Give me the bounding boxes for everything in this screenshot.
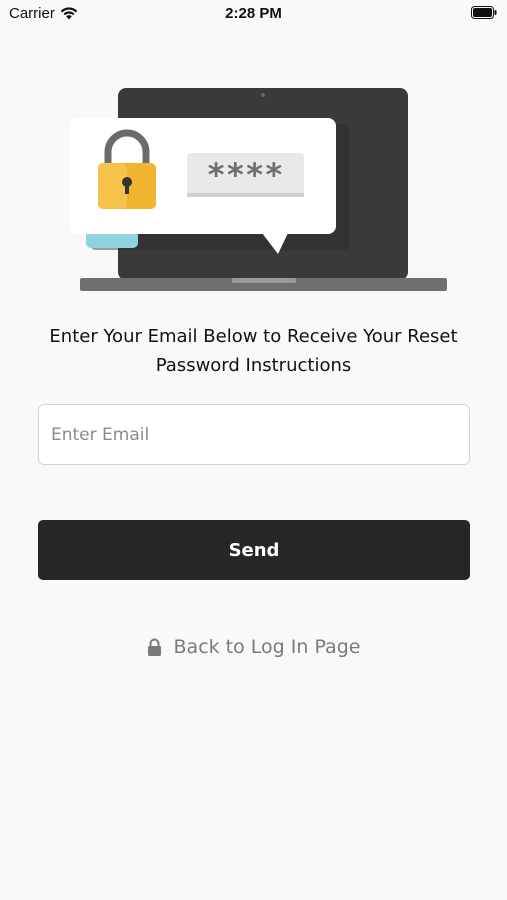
status-bar: Carrier 2:28 PM xyxy=(0,0,507,28)
send-button[interactable]: Send xyxy=(38,520,470,580)
password-mask: **** xyxy=(206,156,283,194)
email-field[interactable] xyxy=(38,404,470,465)
back-to-login-label: Back to Log In Page xyxy=(173,636,361,658)
forgot-password-screen: Carrier 2:28 PM **** Enter Your Email Be… xyxy=(0,0,507,900)
laptop-password-illustration: **** xyxy=(70,88,447,291)
lock-icon xyxy=(147,638,161,656)
back-to-login-link[interactable]: Back to Log In Page xyxy=(0,636,507,658)
battery-icon xyxy=(471,6,497,19)
instructions-text: Enter Your Email Below to Receive Your R… xyxy=(49,326,458,376)
status-time: 2:28 PM xyxy=(225,5,282,22)
